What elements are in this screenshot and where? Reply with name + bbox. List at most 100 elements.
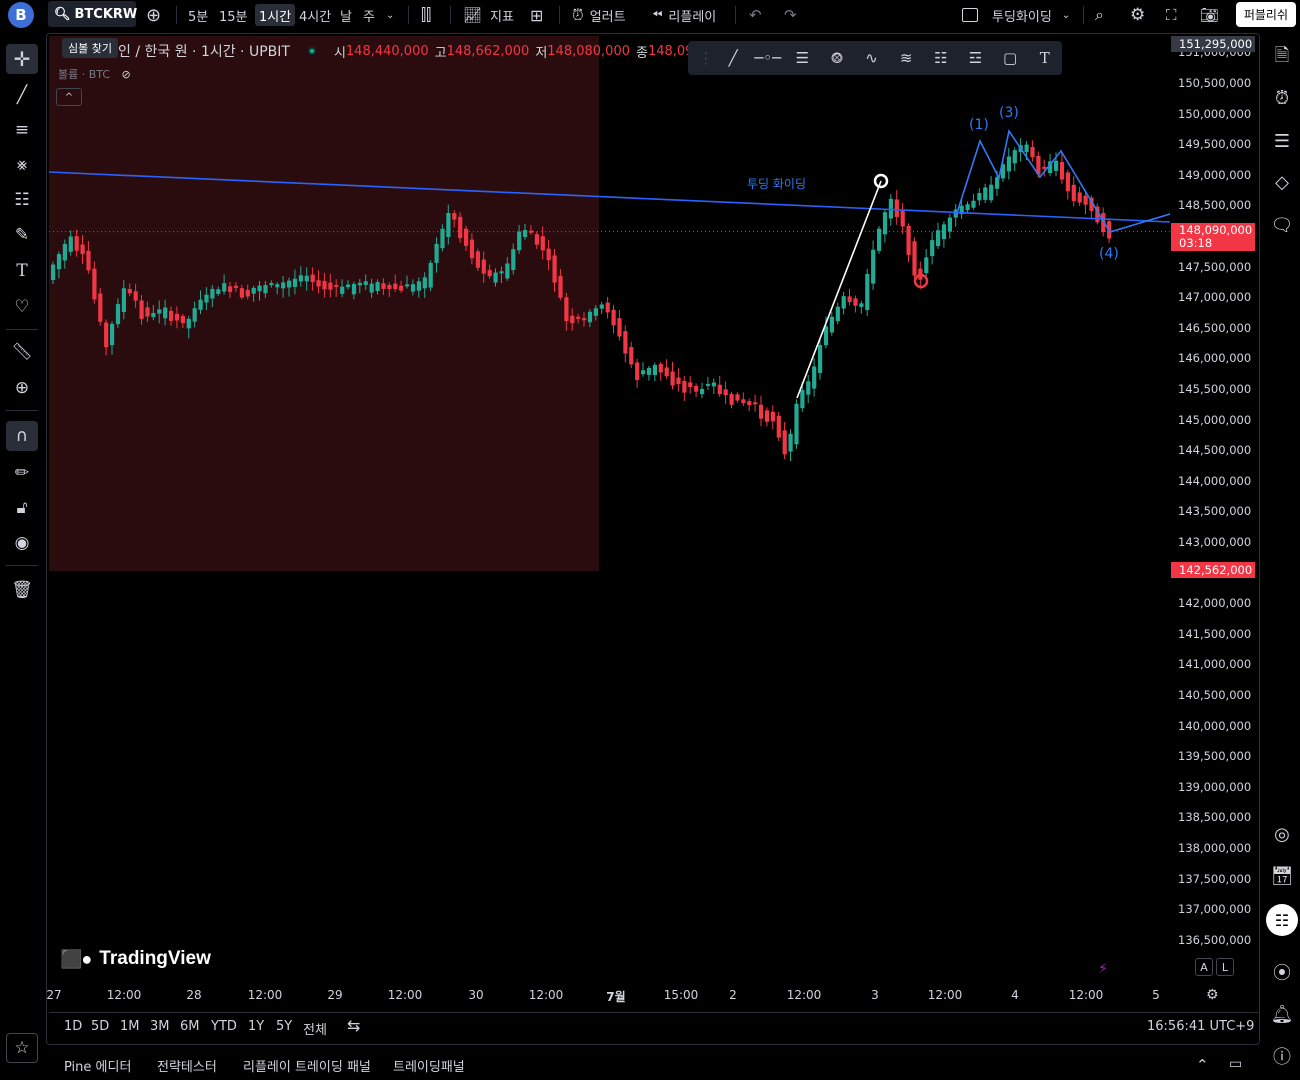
eye-icon[interactable]: ◉ (6, 528, 38, 558)
goto-date-icon[interactable]: ⇆ (347, 1016, 360, 1035)
candle-body (906, 225, 911, 255)
alerts-clock-icon[interactable]: ⏰︎ (1266, 82, 1298, 114)
zoom-icon[interactable]: ⊕ (6, 373, 38, 403)
lightning-icon[interactable]: ⚡︎ (1098, 958, 1108, 980)
eye-hidden-icon[interactable]: ⊘ (122, 68, 131, 81)
candles-style-icon[interactable]: ⫿⫿ (421, 4, 431, 26)
crosshair-icon[interactable]: ✛ (6, 44, 38, 74)
interval-15m[interactable]: 15분 (219, 4, 248, 26)
watchlist-star-icon[interactable]: ☆ (6, 1033, 38, 1063)
price-chart[interactable]: 투딩 화이딩 (1) (3) (4) (49, 36, 1170, 984)
trendline-tool-icon[interactable]: ╱ (6, 80, 38, 110)
text-tool-icon[interactable]: T (6, 256, 38, 286)
tab-strategy-tester[interactable]: 전략테스터 (157, 1056, 217, 1075)
templates-grid-icon[interactable]: ⊞ (530, 4, 543, 26)
text-icon[interactable]: T (1027, 43, 1062, 73)
chart-canvas[interactable]: 투딩 화이딩 (1) (3) (4) (49, 36, 1258, 1042)
camera-icon[interactable]: 📷︎ (1200, 4, 1219, 26)
price-axis[interactable]: 151,000,000 150,500,000 150,000,000 149,500… (1170, 36, 1258, 1004)
object-tree-icon[interactable]: ☰ (1266, 125, 1298, 157)
settings-gear-icon[interactable]: ⚙ (1130, 4, 1145, 26)
range-button-6m[interactable]: 6M (180, 1019, 200, 1034)
trash-icon[interactable]: 🗑︎ (6, 575, 38, 605)
chevron-down-icon[interactable]: ⌄ (386, 4, 394, 26)
line-tool-icon[interactable]: ╱ (716, 43, 751, 73)
symbol-legend[interactable]: 인 / 한국 원 · 1시간 · UPBIT 시 148,440,000 고 1… (58, 42, 720, 61)
interval-day[interactable]: 날 (340, 4, 352, 26)
tab-pine-editor[interactable]: Pine 에디터 (64, 1056, 131, 1075)
horizontal-ray-icon[interactable]: ─◦─ (750, 43, 785, 73)
interval-week[interactable]: 주 (363, 4, 375, 26)
range-button-1d[interactable]: 1D (64, 1019, 82, 1034)
tradingview-logo[interactable]: ⬛● TradingView (60, 948, 211, 970)
chevron-up-icon[interactable]: ⌃ (1196, 1056, 1209, 1074)
watchlist-icon[interactable]: 🗎︎ (1266, 42, 1298, 74)
interval-5m[interactable]: 5분 (188, 4, 208, 26)
layout-selector[interactable]: 투딩화이딩 ⌄ (962, 4, 1070, 26)
heart-icon[interactable]: ♡ (6, 292, 38, 322)
candle-body (664, 367, 669, 377)
range-button-전체[interactable]: 전체 (303, 1019, 327, 1038)
indicators-button[interactable]: 📈︎ 지표 (463, 4, 514, 26)
publish-button[interactable]: 퍼블리쉬 (1235, 2, 1296, 27)
utc-clock[interactable]: 16:56:41 UTC+9 (1147, 1019, 1254, 1034)
brush-tool-icon[interactable]: ✎ (6, 220, 38, 250)
maximize-panel-icon[interactable]: ▭ (1229, 1056, 1242, 1072)
replay-button[interactable]: ⏪︎ 리플레이 (652, 4, 716, 26)
tab-replay-trading[interactable]: 리플레이 트레이딩 패널 (243, 1056, 371, 1075)
apps-grid-icon[interactable]: ☷ (1266, 904, 1298, 936)
pattern-tool-icon[interactable]: ⨳ (6, 150, 38, 180)
range-button-5y[interactable]: 5Y (276, 1019, 292, 1034)
interval-4h[interactable]: 4시간 (299, 4, 331, 26)
redo-icon[interactable]: ↷ (784, 4, 797, 26)
rectangle-icon[interactable]: ▢ (993, 43, 1028, 73)
fullscreen-icon[interactable]: ⛶ (1166, 4, 1177, 26)
interval-1h[interactable]: 1시간 (255, 4, 296, 26)
feed-icon[interactable]: ⦿ (1266, 956, 1298, 988)
axis-settings-gear-icon[interactable]: ⚙ (1206, 984, 1219, 1006)
volume-legend[interactable]: 볼륨 · BTC ⊘ (58, 66, 131, 82)
alert-button[interactable]: ⏰︎ 얼러트 (572, 4, 626, 26)
undo-icon[interactable]: ↶ (749, 4, 762, 26)
time-axis[interactable]: 27 12:00 28 12:00 29 12:00 30 12:00 7월 15:00 2 12:0… (46, 984, 1170, 1004)
layers-icon[interactable]: ◇ (1266, 166, 1298, 198)
auto-scale-button[interactable]: A (1195, 958, 1213, 976)
ruler-icon[interactable]: 📏︎ (6, 337, 38, 367)
stay-drawing-icon[interactable]: ✏ (6, 458, 38, 488)
range-bar: 1D 5D 1M 3M 6M YTD 1Y 5Y 전체 ⇆ 16:56:41 UTC+9 (49, 1012, 1258, 1040)
calendar-icon[interactable]: 📅︎ (1266, 860, 1298, 892)
time-tick-label: 12:00 (1068, 988, 1104, 1002)
parallel-channel-icon[interactable]: ☰ (785, 43, 820, 73)
help-icon[interactable]: ⓘ (1266, 1040, 1298, 1072)
magnet-icon[interactable]: ∩ (6, 421, 38, 451)
compare-add-icon[interactable]: ⊕ (146, 4, 161, 26)
range-button-5d[interactable]: 5D (91, 1019, 109, 1034)
lock-icon[interactable]: 🔓︎ (6, 493, 38, 523)
candle-body (794, 403, 799, 445)
candle-body (587, 311, 593, 323)
quick-search-icon[interactable]: ⌕ (1095, 4, 1104, 26)
target-icon[interactable]: ◎ (1266, 818, 1298, 850)
fib-tool-icon[interactable]: ≡ (6, 115, 38, 145)
range-button-3m[interactable]: 3M (150, 1019, 170, 1034)
range-button-1m[interactable]: 1M (120, 1019, 140, 1034)
candle-body (977, 193, 982, 201)
projection-tool-icon[interactable]: ☷ (6, 185, 38, 215)
tab-trading-panel[interactable]: 트레이딩패널 (393, 1056, 465, 1075)
range-button-1y[interactable]: 1Y (248, 1019, 264, 1034)
legend-collapse-button[interactable]: ^ (56, 88, 82, 106)
chat-icon[interactable]: 🗨︎ (1266, 209, 1298, 241)
symbol-search-button[interactable]: 🔍︎ BTCKRW (48, 1, 137, 27)
fib-extension-icon[interactable]: ☲ (958, 43, 993, 73)
elliott-correction-icon[interactable]: ≋ (889, 43, 924, 73)
pitchfork-icon[interactable]: ⨷ (820, 43, 855, 73)
drag-handle-icon[interactable]: ⋮ (696, 43, 716, 73)
range-button-ytd[interactable]: YTD (211, 1019, 237, 1034)
log-scale-button[interactable]: L (1216, 958, 1234, 976)
bell-icon[interactable]: 🔔︎ (1266, 998, 1298, 1030)
candle-body (1006, 156, 1011, 172)
user-avatar[interactable]: B (8, 2, 34, 28)
elliott-impulse-icon[interactable]: ∿ (854, 43, 889, 73)
price-tick-label: 147,000,000 (1178, 290, 1252, 305)
fib-retracement-icon[interactable]: ☷ (924, 43, 959, 73)
